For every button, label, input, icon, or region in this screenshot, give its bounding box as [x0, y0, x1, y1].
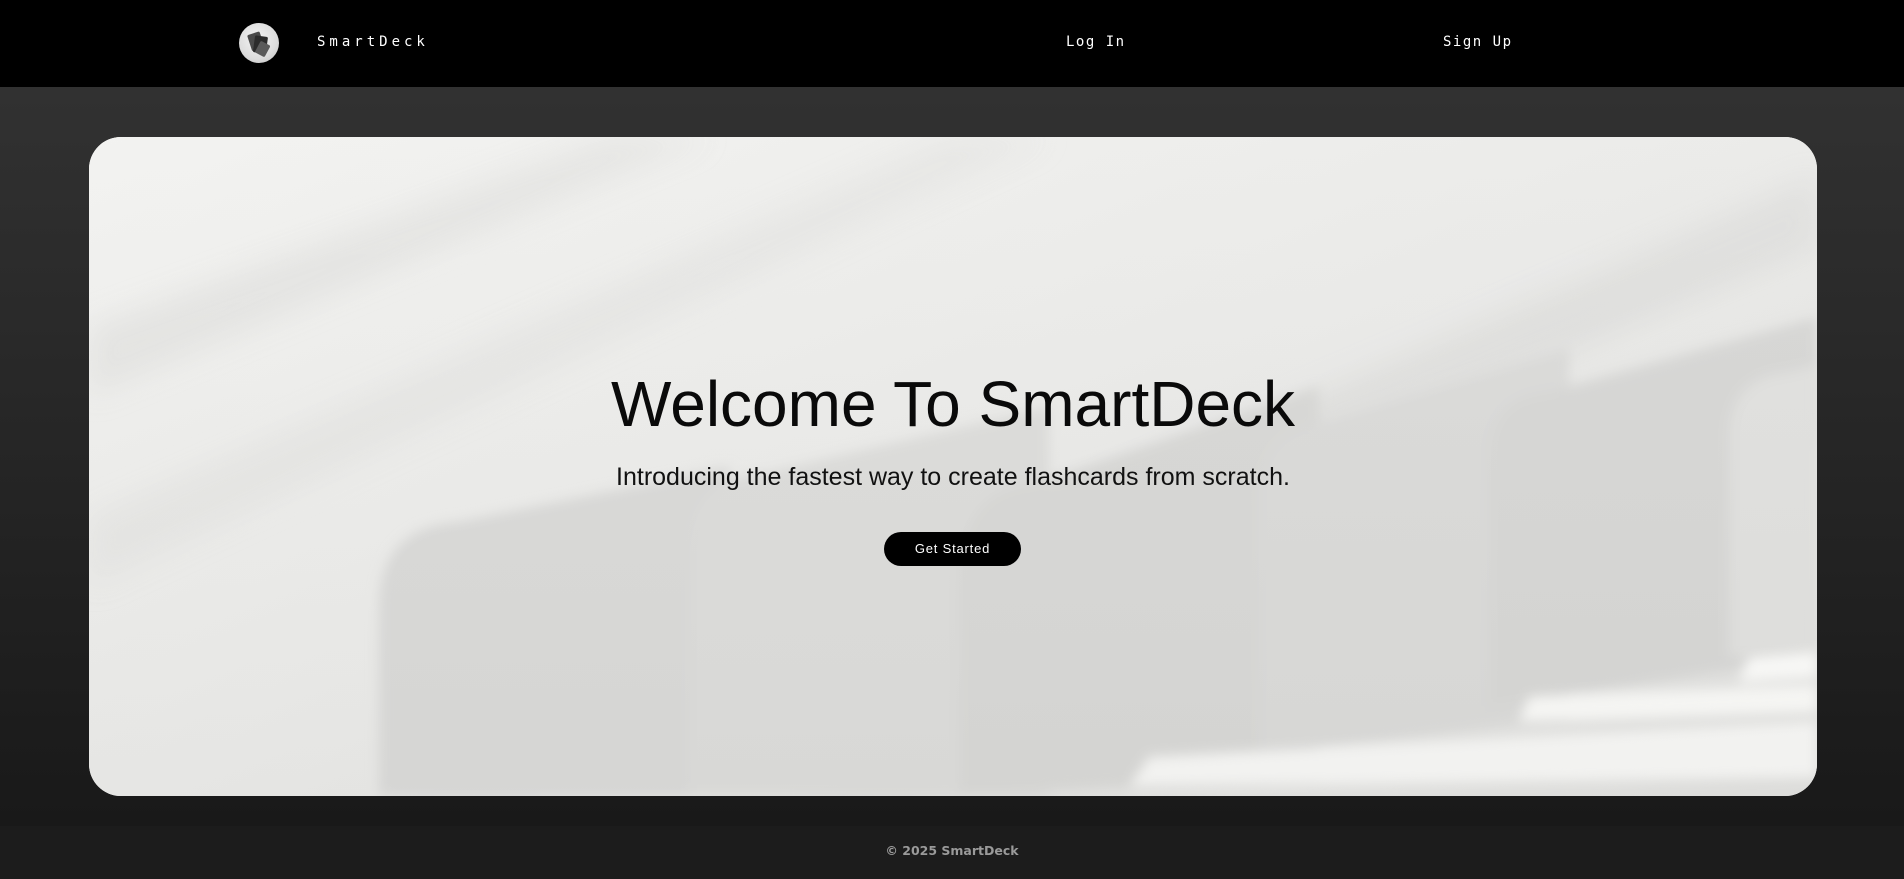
card-deck-logo-icon[interactable]	[239, 23, 279, 63]
hero-banner: Welcome To SmartDeck Introducing the fas…	[89, 137, 1817, 796]
hero-title: Welcome To SmartDeck	[610, 368, 1296, 440]
brand-name[interactable]: SmartDeck	[317, 33, 429, 51]
footer: © 2025 SmartDeck	[0, 826, 1904, 879]
get-started-button[interactable]: Get Started	[884, 532, 1021, 566]
copyright-text: © 2025 SmartDeck	[885, 843, 1019, 858]
hero-subtitle: Introducing the fastest way to create fl…	[616, 463, 1290, 491]
top-navbar: SmartDeck Log In Sign Up	[0, 0, 1904, 87]
login-link[interactable]: Log In	[1066, 33, 1126, 51]
signup-link[interactable]: Sign Up	[1443, 33, 1513, 51]
